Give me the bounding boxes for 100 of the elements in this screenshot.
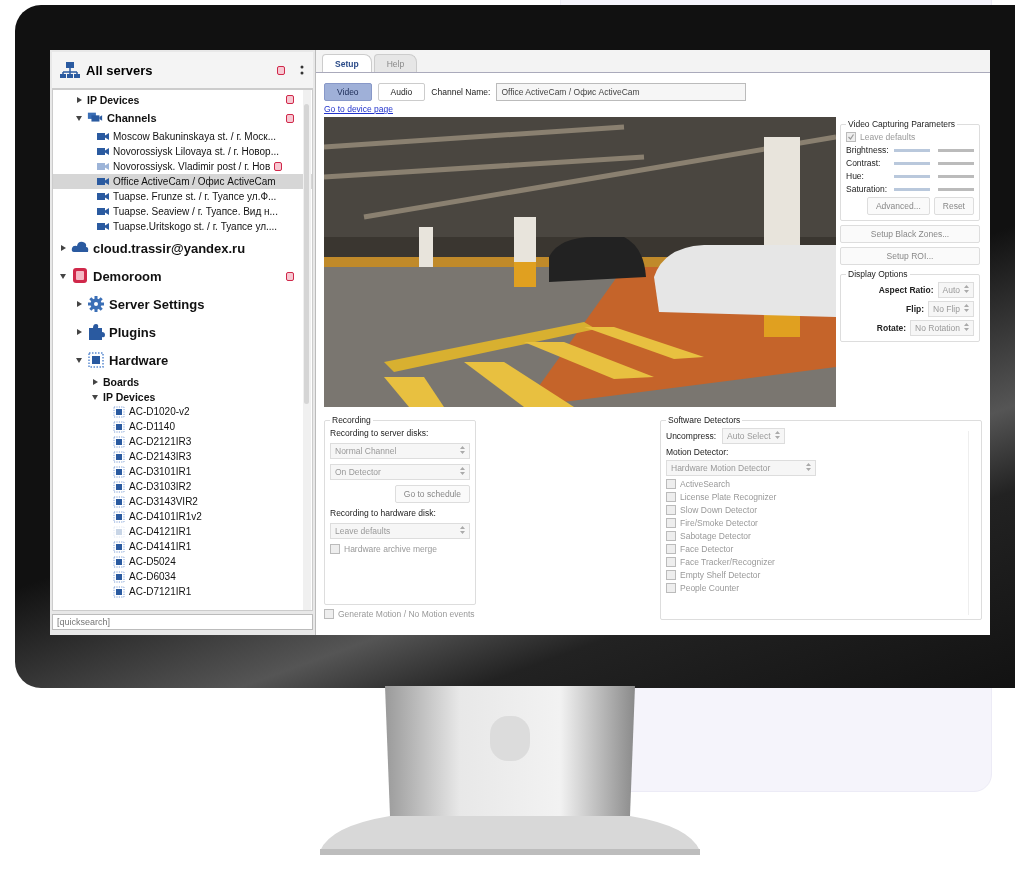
- tree-item[interactable]: AC-D4121IR1: [53, 524, 312, 539]
- checkbox[interactable]: [666, 492, 676, 502]
- sort-icon[interactable]: [299, 65, 305, 75]
- tree-item[interactable]: AC-D7121IR1: [53, 584, 312, 599]
- checkbox-label: Generate Motion / No Motion events: [338, 609, 475, 619]
- tree-item[interactable]: Tuapse. Frunze st. / г. Туапсе ул.Ф...: [53, 189, 312, 204]
- expand-arrow-icon[interactable]: [75, 95, 83, 104]
- checkbox[interactable]: [666, 544, 676, 554]
- spinner-arrows-icon: [964, 304, 969, 312]
- checkbox-label: Face Tracker/Recognizer: [680, 557, 775, 567]
- field-label: Flip:: [906, 304, 925, 314]
- slider[interactable]: [894, 161, 974, 165]
- tree-item[interactable]: Moscow Bakuninskaya st. / г. Моск...: [53, 129, 312, 144]
- spinner-arrows-icon: [806, 463, 811, 471]
- checkbox-label: Fire/Smoke Detector: [680, 518, 758, 528]
- sidebar-title: All servers: [86, 62, 154, 78]
- dialog-button[interactable]: Reset: [933, 197, 974, 215]
- checkbox-label: ActiveSearch: [680, 479, 731, 489]
- setup-button[interactable]: Setup ROI...: [840, 247, 980, 265]
- collapse-arrow-icon[interactable]: [75, 114, 83, 122]
- tree-item[interactable]: Demoroom: [53, 262, 312, 290]
- slider-label: Saturation:: [846, 184, 889, 194]
- spinner-arrows-icon: [774, 431, 780, 439]
- field-label: Channel Name:: [431, 87, 491, 97]
- tree-item[interactable]: AC-D2121IR3: [53, 434, 312, 449]
- tree-item[interactable]: AC-D1140: [53, 419, 312, 434]
- server-icon: [71, 267, 89, 285]
- tree-item[interactable]: Hardware: [53, 346, 312, 374]
- checkbox[interactable]: [666, 583, 676, 593]
- scrollbar-thumb[interactable]: [304, 104, 309, 404]
- checkbox[interactable]: [666, 479, 676, 489]
- checkbox-label: Leave defaults: [860, 132, 916, 142]
- checkbox[interactable]: [666, 570, 676, 580]
- slider[interactable]: [894, 187, 974, 191]
- expand-arrow-icon[interactable]: [75, 300, 83, 308]
- schedule-button[interactable]: Go to schedule: [394, 485, 470, 503]
- checkbox[interactable]: [324, 609, 334, 619]
- tree-item[interactable]: Boards: [53, 374, 312, 389]
- tree-item[interactable]: Channels: [53, 107, 312, 129]
- tree-item[interactable]: AC-D4101IR1v2: [53, 509, 312, 524]
- channel-name-field[interactable]: Office ActiveCam / Офис ActiveCam: [496, 83, 747, 101]
- tree-item[interactable]: cloud.trassir@yandex.ru: [53, 234, 312, 262]
- display-options-group: Display Options Aspect Ratio: Auto Flip: No Flip Rotate: No Rotation: [840, 269, 980, 342]
- collapse-arrow-icon[interactable]: [59, 272, 67, 280]
- slider-label: Hue:: [846, 171, 865, 181]
- tree-item[interactable]: AC-D6034: [53, 569, 312, 584]
- checkbox-label: Slow Down Detector: [680, 505, 757, 515]
- recording-group: Recording Recording to server disks: Normal Channel On Detector Go to schedule Recording to hardware disk: Leave defaults Hardware archive merge: [324, 415, 476, 605]
- checkbox[interactable]: [666, 518, 676, 528]
- slider[interactable]: [894, 174, 974, 178]
- checkbox-label: Hardware archive merge: [344, 544, 438, 554]
- tree-item[interactable]: Novorossiysk Lilovaya st. / г. Новор...: [53, 144, 312, 159]
- checkbox[interactable]: [330, 544, 340, 554]
- spinner-arrows-icon: [460, 446, 465, 454]
- stream-toggle-button[interactable]: Video: [324, 83, 372, 101]
- tree-item[interactable]: Server Settings: [53, 290, 312, 318]
- checkbox[interactable]: [846, 132, 856, 142]
- slider[interactable]: [894, 148, 974, 152]
- collapse-arrow-icon[interactable]: [91, 392, 99, 401]
- stream-toggle-button[interactable]: Audio: [377, 83, 426, 101]
- field-label: Motion Detector:: [666, 447, 730, 457]
- tree-item[interactable]: AC-D2143IR3: [53, 449, 312, 464]
- tree-item[interactable]: AC-D3143VIR2: [53, 494, 312, 509]
- dialog-button[interactable]: Advanced...: [866, 197, 930, 215]
- checkbox[interactable]: [666, 505, 676, 515]
- tree-item[interactable]: Office ActiveCam / Офис ActiveCam: [53, 174, 312, 189]
- tree-item[interactable]: IP Devices: [53, 389, 312, 404]
- checkbox-label: License Plate Recognizer: [680, 492, 777, 502]
- field-label: Rotate:: [876, 323, 907, 333]
- setup-button[interactable]: Setup Black Zones...: [840, 225, 980, 243]
- spinner-arrows-icon: [460, 526, 465, 534]
- tree-item[interactable]: AC-D3103IR2: [53, 479, 312, 494]
- tree-item[interactable]: AC-D3101IR1: [53, 464, 312, 479]
- slider-label: Contrast:: [846, 158, 882, 168]
- tree-item[interactable]: Novorossiysk. Vladimir post / г. Нов: [53, 159, 312, 174]
- spinner-arrows-icon: [460, 467, 465, 475]
- spinner-arrows-icon: [964, 323, 969, 331]
- tree-item[interactable]: Plugins: [53, 318, 312, 346]
- tree-item[interactable]: Tuapse.Uritskogo st. / г. Туапсе ул....: [53, 219, 312, 234]
- checkbox[interactable]: [666, 557, 676, 567]
- expand-arrow-icon[interactable]: [91, 377, 99, 386]
- tree-item[interactable]: Tuapse. Seaview / г. Туапсе. Вид н...: [53, 204, 312, 219]
- tree-item[interactable]: AC-D5024: [53, 554, 312, 569]
- tree-item[interactable]: AC-D1020-v2: [53, 404, 312, 419]
- tree-item[interactable]: IP Devices: [53, 92, 312, 107]
- tab[interactable]: Setup: [322, 54, 372, 72]
- checkbox-label: People Counter: [680, 583, 740, 593]
- search-field[interactable]: [quicksearch]: [52, 614, 313, 630]
- expand-arrow-icon[interactable]: [75, 328, 83, 336]
- slider-label: Brightness:: [846, 145, 890, 155]
- expand-arrow-icon[interactable]: [59, 244, 67, 252]
- field-label: Recording to server disks:: [330, 428, 430, 438]
- device-page-link[interactable]: Go to device page: [324, 104, 393, 114]
- field-label: Recording to hardware disk:: [330, 508, 437, 518]
- checkbox[interactable]: [666, 531, 676, 541]
- tree-item[interactable]: AC-D4141IR1: [53, 539, 312, 554]
- field-label: Aspect Ratio:: [878, 285, 934, 295]
- settings-icon: [87, 295, 105, 313]
- checkbox-label: Sabotage Detector: [680, 531, 751, 541]
- collapse-arrow-icon[interactable]: [75, 356, 83, 364]
